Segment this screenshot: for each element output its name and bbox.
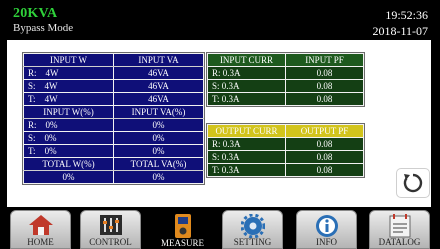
input-va-pct-t: 0% <box>113 144 204 158</box>
input-va-header: INPUT VA <box>113 53 204 67</box>
tab-home[interactable]: HOME <box>10 210 71 249</box>
page-indicator: 3/3 <box>398 107 416 121</box>
table-row: 0% 0% <box>23 170 204 184</box>
bottom-tab-bar: HOME CONTROL MEASURE SETTING INFO DATALO… <box>0 210 440 249</box>
tab-measure[interactable]: MEASURE <box>152 210 213 249</box>
page-up-button[interactable] <box>393 82 421 104</box>
input-w-pct-r: R: 0% <box>23 118 114 132</box>
input-va-t: 46VA <box>113 92 204 106</box>
table-row: R: 4W 46VA <box>23 66 204 80</box>
table-row: S: 0% 0% <box>23 131 204 145</box>
header-bar: 20KVA Bypass Mode 19:52:36 2018-11-07 <box>0 0 440 40</box>
input-va-s: 46VA <box>113 79 204 93</box>
clock-time: 19:52:36 <box>385 8 428 22</box>
measure-panel: INPUT W INPUT VA R: 4W 46VA S: 4W 46VA T… <box>7 40 431 207</box>
tab-label-measure: MEASURE <box>160 238 204 248</box>
total-w-pct-header: TOTAL W(%) <box>23 157 114 171</box>
input-w-pct-t: T: 0% <box>23 144 114 158</box>
home-icon <box>28 215 53 235</box>
tab-label-setting: SETTING <box>233 237 272 247</box>
table-row: S: 4W 46VA <box>23 79 204 93</box>
output-curr-t: T: 0.3A <box>207 163 286 177</box>
device-title: 20KVA <box>13 6 58 21</box>
datalog-icon <box>389 214 410 238</box>
back-button[interactable] <box>396 168 430 198</box>
output-pf-header: OUTPUT PF <box>285 124 364 138</box>
output-pf-s: 0.08 <box>285 150 364 164</box>
input-pf-s: 0.08 <box>285 79 364 93</box>
tab-label-info: INFO <box>315 237 337 247</box>
arrow-up-icon <box>394 83 420 103</box>
input-power-table: INPUT W INPUT VA R: 4W 46VA S: 4W 46VA T… <box>22 52 205 185</box>
total-va-pct-header: TOTAL VA(%) <box>113 157 204 171</box>
operating-mode: Bypass Mode <box>13 22 74 34</box>
arrow-down-icon <box>394 129 420 149</box>
measure-icon <box>174 214 191 238</box>
output-current-table: OUTPUT CURR OUTPUT PF R: 0.3A 0.08 S: 0.… <box>206 123 365 178</box>
refresh-back-icon <box>403 173 423 193</box>
gear-icon <box>240 214 265 238</box>
input-pf-header: INPUT PF <box>285 53 364 67</box>
input-curr-t: T: 0.3A <box>207 92 286 106</box>
table-row: S: 0.3A 0.08 <box>207 150 364 164</box>
tab-control[interactable]: CONTROL <box>80 210 141 249</box>
tab-label-home: HOME <box>27 237 54 247</box>
page-down-button[interactable] <box>393 128 421 150</box>
tab-info[interactable]: INFO <box>296 210 357 249</box>
tab-datalog[interactable]: DATALOG <box>369 210 430 249</box>
info-icon <box>315 215 338 237</box>
table-row: R: 0.3A 0.08 <box>207 137 364 151</box>
table-row: T: 0% 0% <box>23 144 204 158</box>
total-va-pct-value: 0% <box>113 170 204 184</box>
input-va-r: 46VA <box>113 66 204 80</box>
input-current-table: INPUT CURR INPUT PF R: 0.3A 0.08 S: 0.3A… <box>206 52 365 107</box>
input-va-pct-r: 0% <box>113 118 204 132</box>
input-va-pct-header: INPUT VA(%) <box>113 105 204 119</box>
table-row: R: 0.3A 0.08 <box>207 66 364 80</box>
tab-label-datalog: DATALOG <box>378 237 421 247</box>
input-pf-t: 0.08 <box>285 92 364 106</box>
output-curr-r: R: 0.3A <box>207 137 286 151</box>
input-curr-header: INPUT CURR <box>207 53 286 67</box>
input-w-t: T: 4W <box>23 92 114 106</box>
tab-setting[interactable]: SETTING <box>222 210 283 249</box>
clock-date: 2018-11-07 <box>372 24 428 38</box>
input-w-pct-header: INPUT W(%) <box>23 105 114 119</box>
input-pf-r: 0.08 <box>285 66 364 80</box>
table-row: T: 0.3A 0.08 <box>207 92 364 106</box>
input-w-pct-s: S: 0% <box>23 131 114 145</box>
table-row: T: 4W 46VA <box>23 92 204 106</box>
input-w-r: R: 4W <box>23 66 114 80</box>
table-row: T: 0.3A 0.08 <box>207 163 364 177</box>
output-pf-t: 0.08 <box>285 163 364 177</box>
input-w-s: S: 4W <box>23 79 114 93</box>
input-va-pct-s: 0% <box>113 131 204 145</box>
total-w-pct-value: 0% <box>23 170 114 184</box>
output-curr-header: OUTPUT CURR <box>207 124 286 138</box>
output-pf-r: 0.08 <box>285 137 364 151</box>
input-curr-r: R: 0.3A <box>207 66 286 80</box>
control-icon <box>99 215 122 235</box>
output-curr-s: S: 0.3A <box>207 150 286 164</box>
table-row: S: 0.3A 0.08 <box>207 79 364 93</box>
tab-label-control: CONTROL <box>89 237 132 247</box>
input-w-header: INPUT W <box>23 53 114 67</box>
table-row: R: 0% 0% <box>23 118 204 132</box>
input-curr-s: S: 0.3A <box>207 79 286 93</box>
